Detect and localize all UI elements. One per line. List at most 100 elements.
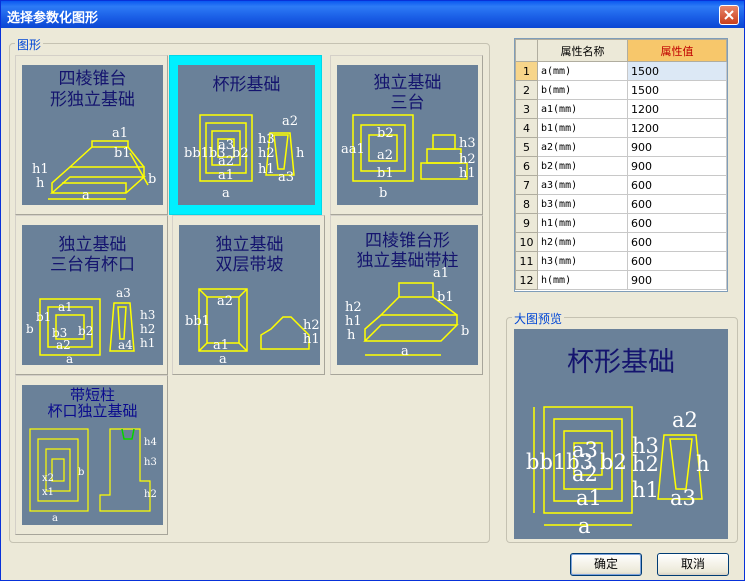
- svg-text:b1: b1: [114, 146, 131, 161]
- svg-text:a3: a3: [670, 486, 696, 510]
- property-value-cell[interactable]: 600: [627, 175, 727, 195]
- svg-text:a4: a4: [118, 338, 133, 352]
- table-row[interactable]: 10 h2(mm) 600: [515, 232, 727, 252]
- row-index-cell: 5: [515, 137, 538, 157]
- svg-text:b2: b2: [78, 324, 93, 338]
- shape-tile-pyramid-column-foundation[interactable]: 四棱锥台形 独立基础带柱 a1 b1 h2 h1 ha b: [330, 215, 483, 375]
- svg-text:a2: a2: [672, 408, 698, 432]
- property-table[interactable]: 属性名称 属性值 1 a(mm) 1500 2 b(mm) 1500 3 a1(mm) 1200…: [514, 38, 728, 292]
- svg-text:a2: a2: [217, 294, 233, 309]
- table-row[interactable]: 6 b2(mm) 900: [515, 156, 727, 176]
- table-row[interactable]: 3 a1(mm) 1200: [515, 99, 727, 119]
- property-value-cell[interactable]: 1200: [627, 99, 727, 119]
- row-index-cell: 2: [515, 80, 538, 100]
- property-name-cell: b3(mm): [537, 194, 628, 214]
- svg-text:b1: b1: [437, 290, 454, 305]
- svg-text:h1: h1: [32, 162, 49, 177]
- svg-text:a2: a2: [572, 462, 598, 486]
- svg-text:a: a: [401, 344, 409, 359]
- shape-thumbnail: 独立基础 三台有杯口 a1 b1 b b3 b2 a2 a3 h3 h2 h1 a4 a: [22, 225, 163, 365]
- svg-text:h1: h1: [303, 332, 320, 347]
- shape-tile-double-slope-foundation[interactable]: 独立基础 双层带坡 a2 bb1 a1 a h2 h1: [172, 215, 325, 375]
- shape-tile-three-tier-foundation[interactable]: 独立基础 三台 b2 a2 aa1 b1 b h3 h2 h1: [330, 55, 483, 215]
- svg-text:h1: h1: [345, 314, 362, 329]
- title-bar[interactable]: 选择参数化图形: [1, 1, 744, 28]
- svg-text:b: b: [461, 324, 469, 339]
- close-button[interactable]: [719, 5, 739, 25]
- property-name-cell: a(mm): [537, 61, 628, 81]
- property-value-cell[interactable]: 900: [627, 156, 727, 176]
- svg-text:h3: h3: [144, 457, 157, 468]
- table-row[interactable]: 2 b(mm) 1500: [515, 80, 727, 100]
- svg-text:h2: h2: [144, 489, 157, 500]
- ok-button[interactable]: 确定: [570, 553, 642, 576]
- pyramid-foundation-drawing: a1 b1 h1h a b: [32, 126, 156, 203]
- svg-text:h: h: [36, 176, 45, 191]
- svg-text:bb1: bb1: [185, 314, 210, 329]
- property-value-cell[interactable]: 600: [627, 251, 727, 271]
- svg-text:a3: a3: [278, 170, 294, 185]
- window-title: 选择参数化图形: [7, 11, 99, 26]
- property-value-cell[interactable]: 1500: [627, 61, 727, 81]
- column-header-property-name[interactable]: 属性名称: [537, 39, 628, 62]
- row-index-cell: 4: [515, 118, 538, 138]
- svg-text:h4: h4: [144, 437, 157, 448]
- cup-foundation-drawing: a2h3 h2h1 ha3 bb1b3 b2 a3a2 a1a: [184, 114, 305, 201]
- row-index-cell: 3: [515, 99, 538, 119]
- svg-text:b1: b1: [377, 166, 394, 181]
- table-row[interactable]: 4 b1(mm) 1200: [515, 118, 727, 138]
- property-value-cell[interactable]: 900: [627, 137, 727, 157]
- property-value-cell[interactable]: 600: [627, 232, 727, 252]
- property-value-cell[interactable]: 900: [627, 270, 727, 290]
- table-row[interactable]: 5 a2(mm) 900: [515, 137, 727, 157]
- svg-text:a: a: [66, 352, 73, 365]
- svg-text:b2: b2: [232, 146, 249, 161]
- shape-tile-cup-foundation[interactable]: 杯形基础 a2 h3 h2 h1 h a3 bb1b3 b2 a3 a2 a1 a: [169, 55, 322, 215]
- shape-tile-short-column-cup-foundation[interactable]: 带短柱 杯口独立基础 x2 x1 a h4 h3 h2 b: [15, 375, 168, 535]
- svg-text:b2: b2: [600, 450, 627, 474]
- svg-text:a2: a2: [282, 114, 298, 129]
- cancel-button[interactable]: 取消: [657, 553, 729, 576]
- row-index-cell: 12: [515, 270, 538, 290]
- row-index-cell: 6: [515, 156, 538, 176]
- shape-thumbnail: 带短柱 杯口独立基础 x2 x1 a h4 h3 h2 b: [22, 385, 163, 525]
- table-row[interactable]: 1 a(mm) 1500: [515, 61, 727, 81]
- svg-text:h3: h3: [140, 308, 155, 322]
- table-row[interactable]: 9 h1(mm) 600: [515, 213, 727, 233]
- svg-text:b: b: [379, 186, 387, 201]
- table-row[interactable]: 8 b3(mm) 600: [515, 194, 727, 214]
- shape-tile-pyramid-foundation[interactable]: 四棱锥台 形独立基础 a1 b1 h1 h ab: [15, 55, 168, 215]
- svg-text:h2: h2: [459, 152, 476, 167]
- row-index-cell: 10: [515, 232, 538, 252]
- svg-text:x2: x2: [42, 473, 54, 484]
- gallery-group-label: 图形: [15, 36, 44, 53]
- svg-text:a: a: [52, 513, 58, 524]
- svg-text:a1: a1: [218, 168, 234, 183]
- shape-thumbnail: 独立基础 双层带坡 a2 bb1 a1 a h2 h1: [179, 225, 320, 365]
- property-value-cell[interactable]: 600: [627, 194, 727, 214]
- svg-text:h3: h3: [459, 136, 476, 151]
- svg-text:h: h: [696, 452, 710, 476]
- property-value-cell[interactable]: 600: [627, 213, 727, 233]
- short-column-cup-drawing: x2 x1 a h4 h3 h2 b: [29, 428, 157, 524]
- svg-text:h2: h2: [140, 322, 155, 336]
- svg-text:h2: h2: [345, 300, 362, 315]
- property-value-cell[interactable]: 1500: [627, 80, 727, 100]
- property-name-cell: h(mm): [537, 270, 628, 290]
- row-index-cell: 8: [515, 194, 538, 214]
- row-index-cell: 7: [515, 175, 538, 195]
- row-index-cell: 11: [515, 251, 538, 271]
- svg-text:h1: h1: [258, 162, 275, 177]
- property-value-cell[interactable]: 1200: [627, 118, 727, 138]
- svg-text:h3: h3: [258, 132, 275, 147]
- table-row[interactable]: 11 h3(mm) 600: [515, 251, 727, 271]
- svg-text:a: a: [219, 352, 227, 365]
- svg-text:h1: h1: [459, 166, 476, 181]
- svg-text:h: h: [347, 328, 356, 343]
- svg-text:h2: h2: [632, 452, 659, 476]
- table-row[interactable]: 12 h(mm) 900: [515, 270, 727, 290]
- cup-foundation-large-drawing: a2h3 h2h1 ha3 bb1b3 b2 a3a2 a1a: [526, 406, 710, 538]
- shape-tile-three-tier-cup-foundation[interactable]: 独立基础 三台有杯口 a1 b1 b b3 b2 a2 a3 h3 h2 h1 a4 a: [15, 215, 168, 375]
- table-row[interactable]: 7 a3(mm) 600: [515, 175, 727, 195]
- column-header-property-value[interactable]: 属性值: [627, 39, 727, 62]
